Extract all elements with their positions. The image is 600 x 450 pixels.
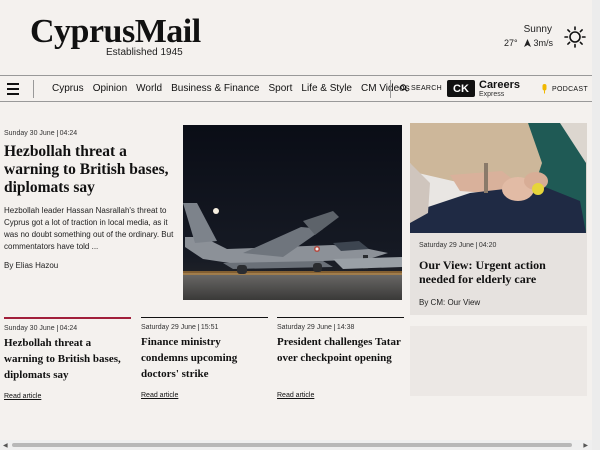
logo-tagline: Established 1945 bbox=[106, 47, 183, 58]
podcast-link[interactable]: PODCAST bbox=[541, 84, 588, 94]
nav-item-business-finance[interactable]: Business & Finance bbox=[171, 83, 259, 94]
weather-wind-speed: 3m/s bbox=[533, 38, 554, 48]
lead-story-time: 04:24 bbox=[59, 130, 78, 137]
ad-placeholder bbox=[410, 326, 587, 396]
careers-logo-icon: CK bbox=[447, 80, 475, 97]
careers-express-link[interactable]: CK Careers Express bbox=[447, 79, 527, 99]
nav-item-opinion[interactable]: Opinion bbox=[93, 83, 127, 94]
editorial-card-image bbox=[410, 123, 587, 233]
site-logo[interactable]: CyprusMail Established 1945 bbox=[30, 14, 270, 60]
editorial-card-title[interactable]: Our View: Urgent action needed for elder… bbox=[419, 258, 584, 286]
read-article-link[interactable]: Read article bbox=[141, 392, 178, 399]
weather-temperature: 27° bbox=[504, 38, 518, 48]
wind-direction-icon bbox=[524, 39, 531, 47]
horizontal-scroll-thumb[interactable] bbox=[12, 443, 572, 447]
read-article-link[interactable]: Read article bbox=[4, 393, 41, 400]
podcast-label: PODCAST bbox=[552, 85, 588, 93]
nav-divider bbox=[390, 80, 391, 98]
lead-story: Sunday 30 June 04:24 Hezbollah threat a w… bbox=[4, 130, 174, 270]
lead-story-image[interactable] bbox=[183, 125, 402, 300]
weather-wind: 3m/s bbox=[524, 38, 553, 48]
sun-icon bbox=[564, 26, 586, 48]
microphone-icon bbox=[542, 84, 547, 94]
story-meta: Saturday 29 June 15:51 bbox=[141, 324, 268, 331]
elderly-care-image bbox=[410, 123, 587, 233]
story-card: Sunday 30 June 04:24 Hezbollah threat a w… bbox=[4, 317, 131, 400]
story-date: Sunday 30 June bbox=[4, 325, 55, 332]
main-navigation: Cyprus Opinion World Business & Finance … bbox=[0, 75, 600, 102]
lead-story-meta: Sunday 30 June 04:24 bbox=[4, 130, 174, 137]
lead-story-date: Sunday 30 June bbox=[4, 130, 55, 137]
horizontal-scrollbar[interactable]: ◀ ▶ bbox=[0, 440, 592, 450]
lead-story-byline[interactable]: By Elias Hazou bbox=[4, 261, 174, 270]
story-meta: Sunday 30 June 04:24 bbox=[4, 325, 131, 332]
story-time: 04:24 bbox=[59, 325, 78, 332]
story-date: Saturday 29 June bbox=[141, 324, 196, 331]
story-title[interactable]: President challenges Tatar over checkpoi… bbox=[277, 334, 404, 366]
logo-text: CyprusMail bbox=[30, 13, 201, 50]
editorial-card-byline[interactable]: By CM: Our View bbox=[419, 298, 480, 307]
nav-divider bbox=[33, 80, 34, 98]
nav-item-life-style[interactable]: Life & Style bbox=[301, 83, 352, 94]
story-time: 14:38 bbox=[336, 324, 355, 331]
nav-item-world[interactable]: World bbox=[136, 83, 162, 94]
nav-item-sport[interactable]: Sport bbox=[268, 83, 292, 94]
editorial-card-date: Saturday 29 June bbox=[419, 242, 474, 249]
story-title[interactable]: Finance ministry condemns upcoming docto… bbox=[141, 334, 268, 382]
editorial-card-time: 04:20 bbox=[478, 242, 497, 249]
search-label: SEARCH bbox=[411, 84, 442, 92]
editorial-card[interactable]: Saturday 29 June 04:20 Our View: Urgent a… bbox=[410, 123, 587, 315]
story-card: Saturday 29 June 15:51 Finance ministry c… bbox=[141, 317, 268, 399]
fighter-jet-image bbox=[183, 125, 402, 300]
scroll-left-icon[interactable]: ◀ bbox=[3, 442, 8, 449]
story-card: Saturday 29 June 14:38 President challeng… bbox=[277, 317, 404, 399]
lead-story-title[interactable]: Hezbollah threat a warning to British ba… bbox=[4, 143, 174, 197]
story-meta: Saturday 29 June 14:38 bbox=[277, 324, 404, 331]
vertical-scrollbar[interactable] bbox=[592, 0, 600, 450]
lead-story-excerpt: Hezbollah leader Hassan Nasrallah's thre… bbox=[4, 206, 174, 251]
search-icon bbox=[400, 84, 408, 92]
search-button[interactable]: SEARCH bbox=[400, 84, 442, 92]
nav-menu: Cyprus Opinion World Business & Finance … bbox=[52, 76, 410, 101]
weather-condition: Sunny bbox=[523, 24, 552, 35]
story-date: Saturday 29 June bbox=[277, 324, 332, 331]
careers-title: Careers bbox=[479, 79, 520, 91]
careers-subtitle: Express bbox=[479, 91, 505, 98]
weather-widget: Sunny 27° 3m/s bbox=[498, 24, 598, 52]
hamburger-icon[interactable] bbox=[7, 83, 19, 95]
scroll-right-icon[interactable]: ▶ bbox=[583, 442, 588, 449]
editorial-card-meta: Saturday 29 June 04:20 bbox=[419, 242, 496, 249]
story-time: 15:51 bbox=[200, 324, 219, 331]
read-article-link[interactable]: Read article bbox=[277, 392, 314, 399]
story-title[interactable]: Hezbollah threat a warning to British ba… bbox=[4, 335, 131, 383]
nav-item-cyprus[interactable]: Cyprus bbox=[52, 83, 84, 94]
